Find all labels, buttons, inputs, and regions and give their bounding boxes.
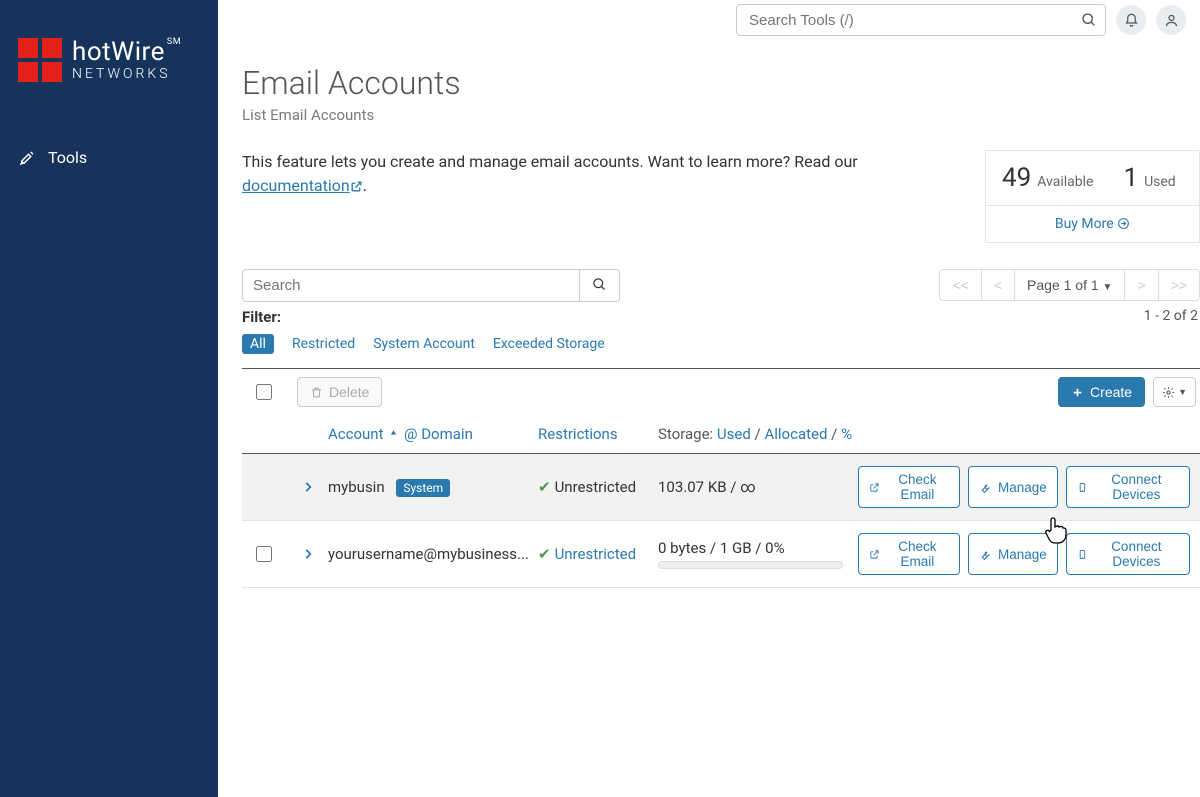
- check-email-button[interactable]: Check Email: [858, 533, 960, 575]
- system-badge: System: [396, 479, 450, 497]
- manage-button[interactable]: Manage: [968, 533, 1058, 575]
- sort-asc-icon: [387, 427, 400, 440]
- cell-storage: 0 bytes / 1 GB / 0%: [658, 539, 858, 569]
- user-menu-button[interactable]: [1156, 5, 1186, 35]
- brand-logo: hotWire SM NETWORKS: [0, 0, 218, 110]
- brand-sub: NETWORKS: [72, 67, 181, 82]
- page-first[interactable]: <<: [939, 269, 981, 301]
- connect-devices-button[interactable]: Connect Devices: [1066, 466, 1190, 508]
- page-description: This feature lets you create and manage …: [242, 150, 955, 243]
- wrench-icon: [979, 548, 992, 561]
- search-icon: [592, 277, 607, 292]
- check-icon: ✔: [538, 545, 551, 563]
- arrow-right-circle-icon: [1117, 217, 1130, 230]
- stats-box: 49 Available 1 Used Buy More: [985, 150, 1200, 243]
- page-next[interactable]: >: [1124, 269, 1158, 301]
- filter-bar: All Restricted System Account Exceeded S…: [242, 334, 1200, 354]
- manage-button[interactable]: Manage: [968, 466, 1058, 508]
- table-row: mybusin System ✔Unrestricted 103.07 KB /…: [242, 454, 1200, 521]
- mobile-icon: [1077, 481, 1088, 494]
- external-link-icon: [869, 481, 880, 494]
- connect-devices-button[interactable]: Connect Devices: [1066, 533, 1190, 575]
- chevron-right-icon: [301, 547, 315, 561]
- cell-storage: 103.07 KB / ∞: [658, 478, 858, 496]
- page-label[interactable]: Page 1 of 1 ▼: [1014, 269, 1125, 301]
- content: Email Accounts List Email Accounts This …: [218, 40, 1200, 797]
- page-title: Email Accounts: [242, 64, 1200, 102]
- filter-all[interactable]: All: [242, 334, 274, 354]
- stat-available: 49 Available: [1002, 163, 1093, 193]
- stat-used: 1 Used: [1123, 163, 1175, 193]
- cell-restriction: ✔Unrestricted: [538, 545, 658, 563]
- global-search-input[interactable]: [747, 11, 1081, 30]
- col-restrictions[interactable]: Restrictions: [538, 425, 658, 443]
- col-account: Account @ Domain: [328, 425, 538, 443]
- page-last[interactable]: >>: [1158, 269, 1200, 301]
- pagination: << < Page 1 of 1 ▼ > >>: [940, 269, 1200, 301]
- logo-mark: [18, 38, 62, 82]
- user-icon: [1164, 13, 1179, 28]
- filter-restricted[interactable]: Restricted: [292, 336, 355, 352]
- buy-more-link[interactable]: Buy More: [986, 205, 1199, 242]
- table-settings-button[interactable]: ▼: [1153, 377, 1196, 407]
- filter-heading: Filter:: [242, 308, 281, 326]
- table-row: yourusername@mybusiness... ✔Unrestricted…: [242, 521, 1200, 588]
- select-all-checkbox[interactable]: [256, 384, 272, 400]
- cell-account: yourusername@mybusiness...: [328, 545, 538, 563]
- sidebar: hotWire SM NETWORKS Tools: [0, 0, 218, 797]
- result-count: 1 - 2 of 2: [1144, 308, 1200, 324]
- storage-progress: [658, 561, 843, 569]
- check-email-button[interactable]: Check Email: [858, 466, 960, 508]
- brand-name: hotWire: [72, 38, 165, 67]
- row-checkbox[interactable]: [256, 546, 272, 562]
- search-icon[interactable]: [1081, 12, 1097, 28]
- chevron-right-icon: [301, 480, 315, 494]
- caret-down-icon: ▼: [1178, 387, 1187, 397]
- create-button[interactable]: Create: [1058, 377, 1145, 407]
- documentation-link[interactable]: documentation: [242, 176, 363, 195]
- cell-account: mybusin System: [328, 478, 538, 496]
- table-search-button[interactable]: [580, 269, 620, 302]
- tools-icon: [18, 149, 36, 167]
- delete-button[interactable]: Delete: [297, 377, 382, 407]
- table-search: [242, 269, 620, 302]
- sidebar-item-tools[interactable]: Tools: [0, 140, 218, 175]
- table-header: Account @ Domain Restrictions Storage: U…: [242, 415, 1200, 454]
- top-bar: [218, 0, 1200, 40]
- page-prev[interactable]: <: [981, 269, 1015, 301]
- plus-icon: [1071, 386, 1084, 399]
- mobile-icon: [1077, 548, 1088, 561]
- gear-icon: [1162, 386, 1175, 399]
- external-link-icon: [869, 548, 880, 561]
- expand-toggle[interactable]: [288, 547, 328, 561]
- brand-suffix: SM: [167, 38, 181, 48]
- external-link-icon: [350, 176, 363, 200]
- bulk-action-bar: Delete Create ▼: [242, 368, 1200, 415]
- expand-toggle[interactable]: [288, 480, 328, 494]
- bell-icon: [1124, 13, 1139, 28]
- filter-system[interactable]: System Account: [373, 336, 475, 352]
- sidebar-item-label: Tools: [48, 148, 87, 167]
- cell-restriction: ✔Unrestricted: [538, 478, 658, 496]
- notifications-button[interactable]: [1116, 5, 1146, 35]
- page-subtitle: List Email Accounts: [242, 106, 1200, 124]
- trash-icon: [310, 386, 323, 399]
- col-storage: Storage: Used / Allocated / %: [658, 425, 858, 443]
- global-search-wrap: [736, 4, 1106, 36]
- caret-down-icon: ▼: [1103, 282, 1113, 293]
- wrench-icon: [979, 481, 992, 494]
- check-icon: ✔: [538, 478, 551, 496]
- table-search-input[interactable]: [242, 269, 580, 302]
- filter-exceeded[interactable]: Exceeded Storage: [493, 336, 605, 352]
